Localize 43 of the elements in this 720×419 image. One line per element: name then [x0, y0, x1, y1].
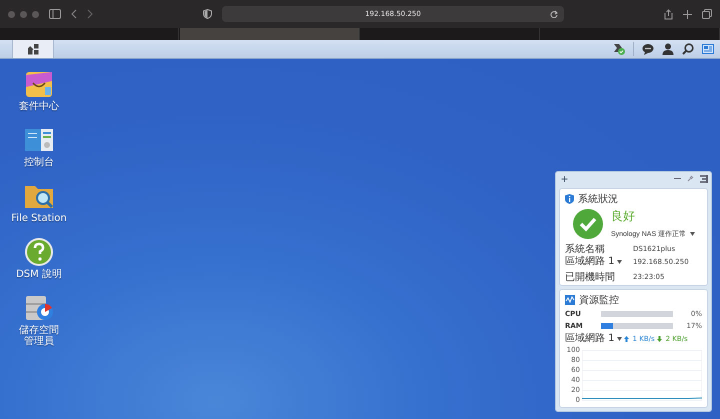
- minimize-icon[interactable]: [674, 175, 681, 182]
- card-title: 系統狀況: [578, 192, 618, 206]
- desktop-icon-label[interactable]: 套件中心: [19, 101, 59, 112]
- desktop-icon-label[interactable]: 儲存空間管理員: [18, 325, 60, 347]
- info-shield-icon: [565, 194, 574, 204]
- forward-icon[interactable]: [87, 9, 93, 19]
- tabs-overview-icon[interactable]: [702, 9, 712, 19]
- desktop-icon-label[interactable]: File Station: [11, 213, 67, 224]
- share-icon[interactable]: [664, 8, 673, 20]
- shield-icon[interactable]: [203, 9, 212, 19]
- reload-icon[interactable]: [550, 10, 558, 18]
- caret-icon: [690, 232, 696, 236]
- caret-icon: [616, 260, 622, 264]
- storage-drawing: [23, 293, 55, 323]
- plus-icon[interactable]: [683, 10, 692, 18]
- desktop-icon-label[interactable]: DSM 說明: [16, 269, 62, 280]
- down-arrow-icon: [656, 336, 662, 342]
- pin-icon[interactable]: [687, 175, 694, 182]
- user-icon[interactable]: [662, 43, 674, 55]
- network-dropdown[interactable]: 區域網路 1: [565, 256, 622, 268]
- caret-icon: [616, 337, 622, 341]
- sidebar-icon[interactable]: [49, 9, 61, 19]
- network-dropdown[interactable]: 區域網路 1: [565, 333, 622, 345]
- shopping-bag-icon: [23, 69, 55, 99]
- main-menu-button[interactable]: [12, 40, 54, 58]
- desktop-icon-label[interactable]: 控制台: [24, 157, 54, 168]
- status-check-icon[interactable]: [613, 43, 625, 55]
- up-arrow-icon: [624, 336, 629, 342]
- checkmark-icon: [573, 208, 603, 238]
- panel-toggle-icon[interactable]: [700, 174, 708, 182]
- info-label: 已開機時間: [565, 270, 615, 284]
- add-widget-button[interactable]: +: [559, 172, 570, 184]
- monitor-icon: [565, 295, 575, 305]
- card-title: 資源監控: [579, 294, 619, 307]
- meter-track: [601, 311, 673, 317]
- search-icon[interactable]: [682, 43, 694, 55]
- widgets-icon[interactable]: [702, 43, 714, 55]
- status-text: 良好: [611, 208, 636, 225]
- back-icon[interactable]: [71, 9, 77, 19]
- help-icon: [23, 237, 55, 267]
- chat-icon[interactable]: [642, 43, 654, 55]
- grid-icon: [28, 44, 38, 54]
- info-label: 系統名稱: [565, 242, 605, 256]
